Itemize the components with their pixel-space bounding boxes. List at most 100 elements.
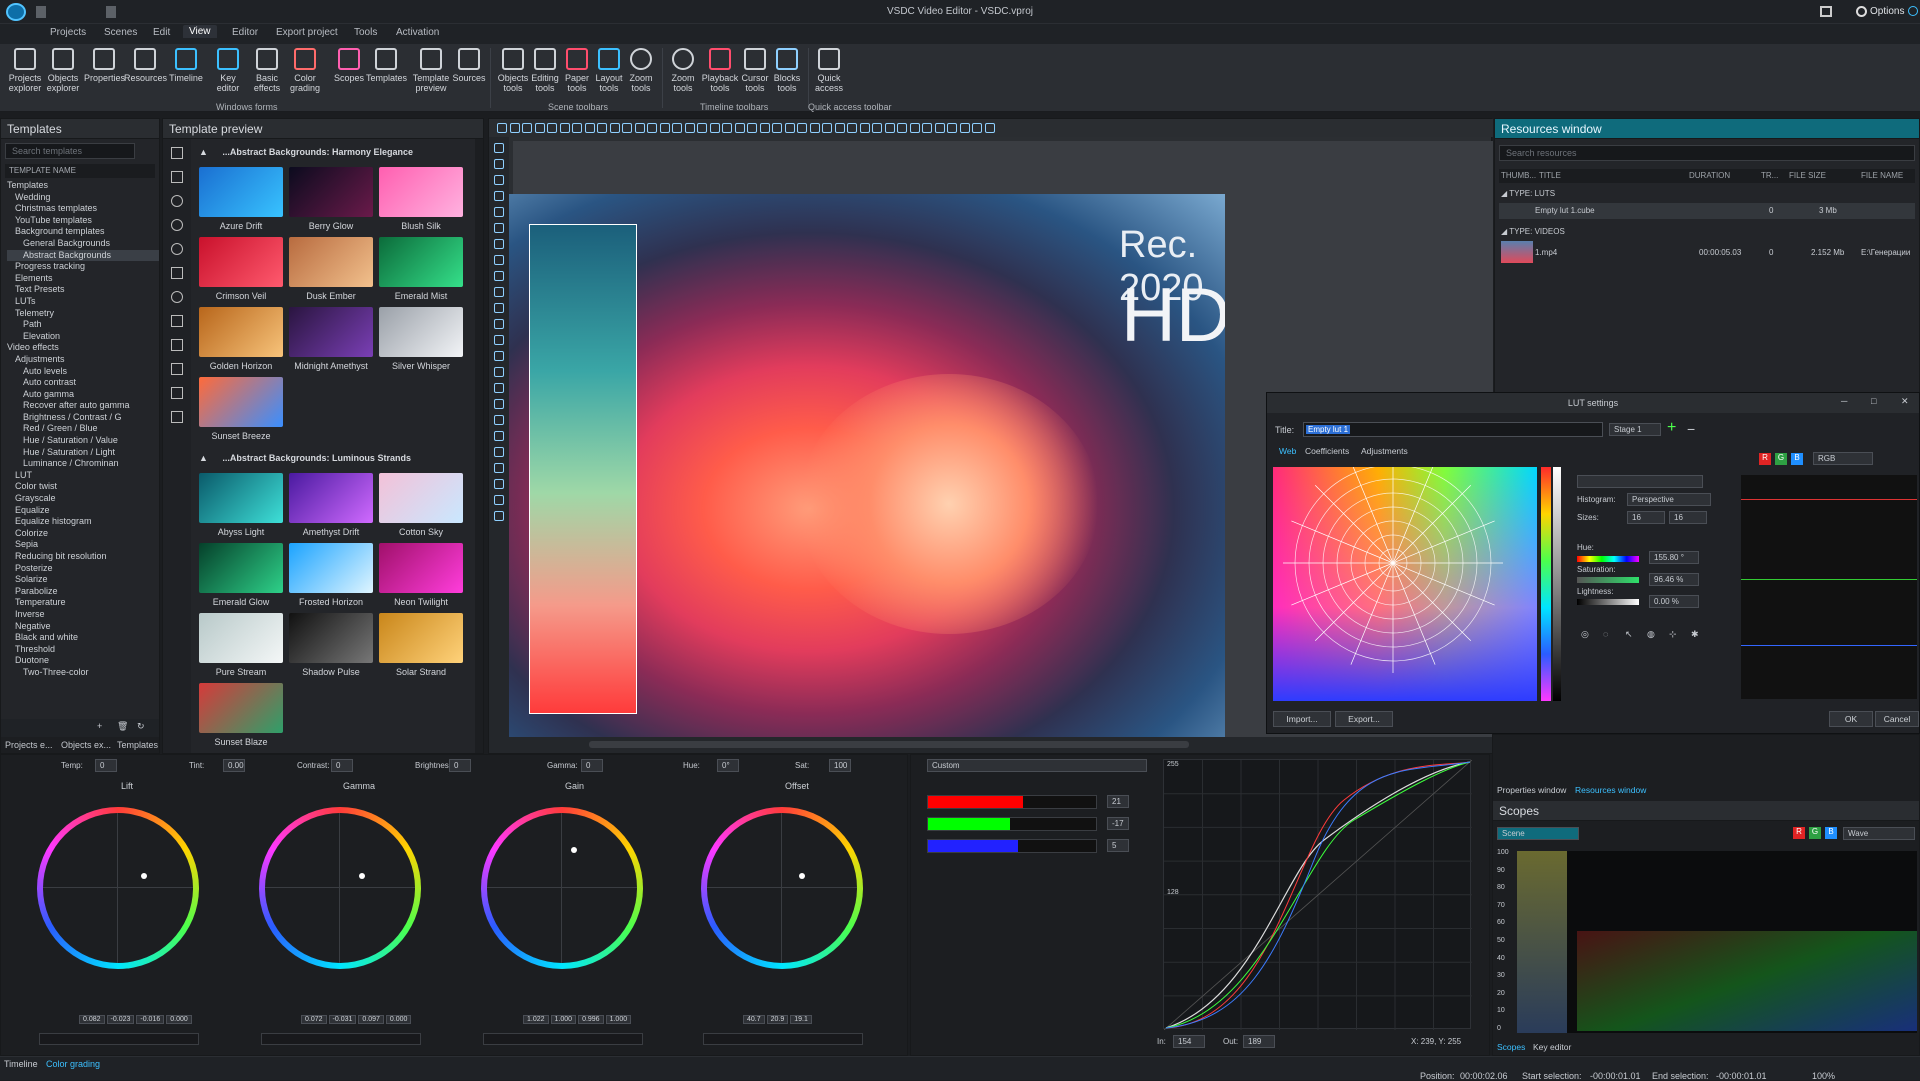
- tree-item[interactable]: Sepia: [7, 539, 159, 551]
- tree-item[interactable]: Auto gamma: [7, 389, 159, 401]
- tree-item[interactable]: Color twist: [7, 481, 159, 493]
- film-icon[interactable]: [171, 339, 183, 351]
- lightness-value[interactable]: 0.00 %: [1649, 595, 1699, 608]
- toolbar-icon[interactable]: [647, 123, 657, 133]
- tree-item[interactable]: LUT: [7, 470, 159, 482]
- template-card[interactable]: Amethyst Drift: [289, 473, 373, 537]
- object-tool-icon[interactable]: [494, 175, 504, 185]
- blue-channel-toggle[interactable]: B: [1825, 827, 1837, 839]
- color-wheel[interactable]: [701, 807, 863, 969]
- import-button[interactable]: Import...: [1273, 711, 1331, 727]
- toolbar-icon[interactable]: [847, 123, 857, 133]
- web-tools[interactable]: ◎ ◌ ↖ ◍ ⊹ ✱: [1577, 629, 1717, 659]
- menu-editor[interactable]: Editor: [232, 27, 258, 38]
- remove-stage-icon[interactable]: −: [1687, 421, 1695, 437]
- tree-item[interactable]: Grayscale: [7, 493, 159, 505]
- template-card[interactable]: Dusk Ember: [289, 237, 373, 301]
- options-button[interactable]: Options: [1870, 6, 1904, 17]
- wheel-value[interactable]: -0.031: [328, 1015, 357, 1024]
- editing-tools-button[interactable]: Editing tools: [528, 48, 562, 108]
- tree-item[interactable]: Progress tracking: [7, 261, 159, 273]
- tree-item[interactable]: YouTube templates: [7, 215, 159, 227]
- object-tool-icon[interactable]: [494, 239, 504, 249]
- object-tool-icon[interactable]: [494, 351, 504, 361]
- blocks-tools-button[interactable]: Blocks tools: [770, 48, 804, 108]
- tree-item[interactable]: Background templates: [7, 226, 159, 238]
- template-card[interactable]: Pure Stream: [199, 613, 283, 677]
- object-tool-icon[interactable]: [494, 383, 504, 393]
- toolbar-icon[interactable]: [634, 123, 645, 133]
- tree-item[interactable]: Abstract Backgrounds: [7, 249, 159, 262]
- tab-templates[interactable]: Templates: [117, 740, 158, 750]
- toolbar-icon[interactable]: [659, 123, 670, 133]
- toolbar-icon[interactable]: [922, 123, 932, 133]
- folder-icon[interactable]: [171, 411, 183, 423]
- template-card[interactable]: Emerald Mist: [379, 237, 463, 301]
- template-card[interactable]: Silver Whisper: [379, 307, 463, 371]
- add-icon[interactable]: +: [97, 721, 102, 731]
- toolbar-icon[interactable]: [572, 123, 582, 133]
- export-button[interactable]: Export...: [1335, 711, 1393, 727]
- tab-properties-window[interactable]: Properties window: [1497, 785, 1566, 795]
- tree-item[interactable]: Elements: [7, 273, 159, 285]
- tree-item[interactable]: Red / Green / Blue: [7, 423, 159, 435]
- wheel-value[interactable]: 1.000: [550, 1015, 577, 1024]
- tree-item[interactable]: Elevation: [7, 331, 159, 343]
- tree-item[interactable]: Auto contrast: [7, 377, 159, 389]
- tree-item[interactable]: Inverse: [7, 609, 159, 621]
- tree-item[interactable]: Threshold: [7, 644, 159, 656]
- ok-button[interactable]: OK: [1829, 711, 1873, 727]
- rgb-select[interactable]: RGB: [1813, 452, 1873, 465]
- object-tool-icon[interactable]: [494, 255, 504, 265]
- tab-coefficients[interactable]: Coefficients: [1305, 446, 1349, 456]
- sources-button[interactable]: Sources: [452, 48, 486, 108]
- timeline-zoom-tools-button[interactable]: Zoom tools: [666, 48, 700, 108]
- template-card[interactable]: Azure Drift: [199, 167, 283, 231]
- toolbar-icon[interactable]: [547, 123, 557, 133]
- toolbar-icon[interactable]: [934, 123, 945, 133]
- tree-item[interactable]: Temperature: [7, 597, 159, 609]
- tree-item[interactable]: Duotone: [7, 655, 159, 667]
- template-card[interactable]: Berry Glow: [289, 167, 373, 231]
- wheel-value[interactable]: 0.996: [578, 1015, 604, 1024]
- hue-slider[interactable]: [1577, 556, 1639, 562]
- tree-item[interactable]: Telemetry: [7, 308, 159, 320]
- help-icon[interactable]: [1908, 6, 1918, 16]
- lightbulb-icon[interactable]: [171, 291, 183, 303]
- tab-projects-explorer[interactable]: Projects e...: [5, 740, 53, 750]
- toolbar-icon[interactable]: [897, 123, 907, 133]
- object-tool-icon[interactable]: [494, 415, 504, 425]
- wheel-value[interactable]: 20.9: [766, 1015, 789, 1024]
- object-tool-icon[interactable]: [494, 159, 504, 169]
- menu-view[interactable]: View: [183, 25, 217, 38]
- toolbar-icon[interactable]: [884, 123, 895, 133]
- in-value[interactable]: 154: [1173, 1035, 1205, 1048]
- resource-row[interactable]: Empty lut 1.cube 0 3 Mb: [1499, 203, 1915, 219]
- object-tool-icon[interactable]: [494, 367, 504, 377]
- green-channel-toggle[interactable]: G: [1775, 453, 1787, 465]
- col-thumb[interactable]: THUMB...: [1501, 171, 1536, 180]
- objects-tools-button[interactable]: Objects tools: [496, 48, 530, 108]
- blue-channel-toggle[interactable]: B: [1791, 453, 1803, 465]
- toolbar-icon[interactable]: [784, 123, 795, 133]
- add-stage-icon[interactable]: +: [1667, 419, 1676, 437]
- wheel-value[interactable]: 0.072: [301, 1015, 327, 1024]
- tree-item[interactable]: Christmas templates: [7, 203, 159, 215]
- close-icon[interactable]: ✕: [1901, 396, 1909, 407]
- blue-slider[interactable]: [927, 839, 1097, 853]
- template-card[interactable]: Crimson Veil: [199, 237, 283, 301]
- toolbar-icon[interactable]: [797, 123, 807, 133]
- col-filesize[interactable]: FILE SIZE: [1789, 171, 1826, 180]
- tree-item[interactable]: Negative: [7, 621, 159, 633]
- red-channel-toggle[interactable]: R: [1759, 453, 1771, 465]
- col-tr[interactable]: TR...: [1761, 171, 1778, 180]
- scopes-button[interactable]: Scopes: [332, 48, 366, 108]
- wheel-handle[interactable]: [141, 873, 147, 879]
- toolbar-icon[interactable]: [972, 123, 982, 133]
- tab-timeline[interactable]: Timeline: [4, 1059, 38, 1069]
- toolbar-icon[interactable]: [859, 123, 870, 133]
- menu-projects[interactable]: Projects: [50, 27, 86, 38]
- object-tool-icon[interactable]: [494, 335, 504, 345]
- menu-tools[interactable]: Tools: [354, 27, 377, 38]
- maximize-icon[interactable]: □: [1871, 396, 1876, 406]
